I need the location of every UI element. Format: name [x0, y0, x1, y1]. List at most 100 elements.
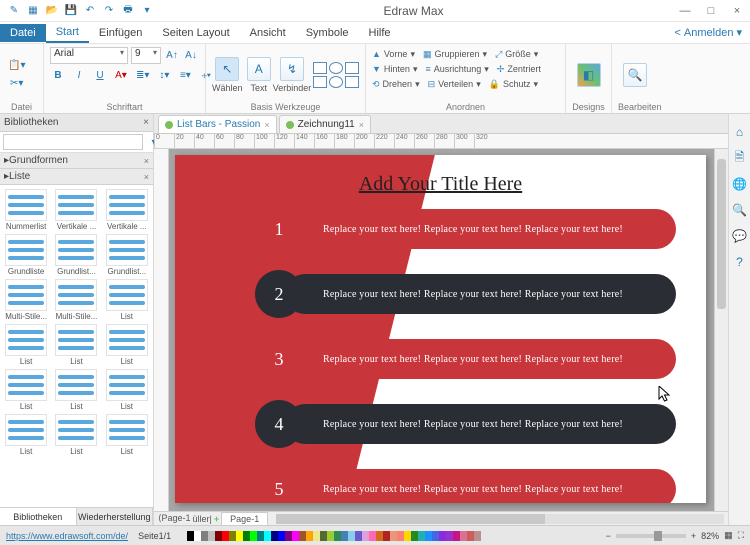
close-button[interactable]: ×	[724, 0, 750, 22]
align-button[interactable]: ≡Ausrichtung ▾	[425, 62, 488, 76]
accordion-liste[interactable]: ▸ Liste×	[0, 169, 153, 185]
page[interactable]: Add Your Title Here Replace your text he…	[175, 155, 706, 503]
qat-save-icon[interactable]: 💾	[63, 3, 79, 19]
list-pill[interactable]: Replace your text here! Replace your tex…	[285, 209, 676, 249]
qat-new-icon[interactable]: ▦	[25, 3, 41, 19]
color-swatch[interactable]	[383, 531, 390, 541]
fit-page-icon[interactable]: ▦	[724, 530, 733, 541]
library-item[interactable]: Vertikale ...	[52, 189, 100, 231]
library-item[interactable]: Grundlist...	[52, 234, 100, 276]
page-nav[interactable]: ⟨Page-1	[158, 513, 191, 524]
rotate-button[interactable]: ⟲Drehen ▾	[372, 77, 420, 91]
color-swatch[interactable]	[278, 531, 285, 541]
color-swatches[interactable]	[187, 531, 596, 541]
list-row[interactable]: Replace your text here! Replace your tex…	[255, 400, 676, 448]
color-swatch[interactable]	[208, 531, 215, 541]
sidebar-tab-wiederherstellung[interactable]: Wiederherstellung	[77, 508, 154, 525]
align-icon[interactable]: ≡▾	[177, 67, 193, 83]
bring-front-button[interactable]: ▲Vorne ▾	[372, 47, 415, 61]
list-pill[interactable]: Replace your text here! Replace your tex…	[285, 274, 676, 314]
library-item[interactable]: List	[103, 414, 151, 456]
font-color-icon[interactable]: A▾	[113, 67, 129, 83]
qat-open-icon[interactable]: 📂	[44, 3, 60, 19]
library-item[interactable]: Multi-Stile...	[52, 279, 100, 321]
list-number[interactable]: 3	[255, 335, 303, 383]
line-spacing-icon[interactable]: ↕▾	[156, 67, 172, 83]
send-back-button[interactable]: ▼Hinten ▾	[372, 62, 417, 76]
color-swatch[interactable]	[243, 531, 250, 541]
font-name-select[interactable]: Arial	[50, 47, 128, 64]
page-tab-current[interactable]: Page-1	[221, 512, 268, 526]
color-swatch[interactable]	[292, 531, 299, 541]
color-swatch[interactable]	[257, 531, 264, 541]
list-pill[interactable]: Replace your text here! Replace your tex…	[285, 339, 676, 379]
tab-start[interactable]: Start	[46, 23, 89, 43]
color-swatch[interactable]	[299, 531, 306, 541]
library-item[interactable]: List	[52, 324, 100, 366]
tab-file[interactable]: Datei	[0, 24, 46, 42]
list-pill[interactable]: Replace your text here! Replace your tex…	[285, 404, 676, 444]
library-item[interactable]: Nummerlist	[2, 189, 50, 231]
library-item[interactable]: List	[2, 324, 50, 366]
color-swatch[interactable]	[467, 531, 474, 541]
select-tool[interactable]: ↖Wählen	[212, 57, 243, 93]
color-swatch[interactable]	[362, 531, 369, 541]
color-swatch[interactable]	[355, 531, 362, 541]
qat-redo-icon[interactable]: ↷	[101, 3, 117, 19]
qat-print-icon[interactable]: 🖶	[120, 3, 136, 19]
color-swatch[interactable]	[390, 531, 397, 541]
color-swatch[interactable]	[229, 531, 236, 541]
designs-button[interactable]: ◧	[572, 63, 605, 87]
color-swatch[interactable]	[194, 531, 201, 541]
group-button[interactable]: ▦Gruppieren ▾	[423, 47, 487, 61]
doc-tab[interactable]: Zeichnung11×	[279, 115, 371, 133]
shape-gallery[interactable]	[313, 62, 359, 88]
library-item[interactable]: List	[52, 369, 100, 411]
library-item[interactable]: List	[103, 279, 151, 321]
color-swatch[interactable]	[201, 531, 208, 541]
color-swatch[interactable]	[285, 531, 292, 541]
color-swatch[interactable]	[327, 531, 334, 541]
list-row[interactable]: Replace your text here! Replace your tex…	[255, 270, 676, 318]
color-swatch[interactable]	[313, 531, 320, 541]
color-swatch[interactable]	[306, 531, 313, 541]
home-icon[interactable]: ⌂	[732, 124, 748, 140]
page-title[interactable]: Add Your Title Here	[359, 173, 522, 196]
tab-seiten-layout[interactable]: Seiten Layout	[152, 24, 239, 42]
maximize-button[interactable]: □	[698, 0, 724, 22]
library-item[interactable]: Grundlist...	[103, 234, 151, 276]
color-swatch[interactable]	[264, 531, 271, 541]
bullets-icon[interactable]: ≣▾	[134, 67, 151, 83]
library-item[interactable]: List	[103, 369, 151, 411]
color-swatch[interactable]	[348, 531, 355, 541]
edit-button[interactable]: 🔍	[618, 63, 652, 87]
paste-icon[interactable]: 📋▾	[6, 58, 27, 74]
distribute-button[interactable]: ⊟Verteilen ▾	[428, 77, 481, 91]
color-swatch[interactable]	[474, 531, 481, 541]
status-url[interactable]: https://www.edrawsoft.com/de/	[6, 531, 128, 541]
color-swatch[interactable]	[222, 531, 229, 541]
list-row[interactable]: Replace your text here! Replace your tex…	[255, 335, 676, 383]
size-button[interactable]: ⤢Größe ▾	[495, 47, 538, 61]
grow-font-icon[interactable]: A↑	[164, 47, 180, 63]
library-item[interactable]: List	[52, 414, 100, 456]
minimize-button[interactable]: —	[672, 0, 698, 22]
zoom-in-icon[interactable]: +	[691, 531, 696, 541]
list-row[interactable]: Replace your text here! Replace your tex…	[255, 205, 676, 253]
connector-tool[interactable]: ↯Verbinder	[275, 57, 309, 93]
accordion-grundformen[interactable]: ▸ Grundformen×	[0, 153, 153, 169]
text-tool[interactable]: AText	[247, 57, 271, 93]
fullscreen-icon[interactable]: ⛶	[738, 530, 744, 541]
list-pill[interactable]: Replace your text here! Replace your tex…	[285, 469, 676, 503]
color-swatch[interactable]	[432, 531, 439, 541]
library-item[interactable]: List	[103, 324, 151, 366]
horizontal-scrollbar[interactable]	[276, 514, 724, 524]
find-icon[interactable]: 🔍	[732, 202, 748, 218]
help-icon[interactable]: ?	[732, 254, 748, 270]
globe-icon[interactable]: 🌐	[732, 176, 748, 192]
zoom-out-icon[interactable]: −	[606, 531, 611, 541]
library-item[interactable]: List	[2, 369, 50, 411]
page-add-button[interactable]: +	[214, 514, 219, 524]
zoom-slider[interactable]	[616, 534, 686, 538]
library-item[interactable]: Vertikale ...	[103, 189, 151, 231]
